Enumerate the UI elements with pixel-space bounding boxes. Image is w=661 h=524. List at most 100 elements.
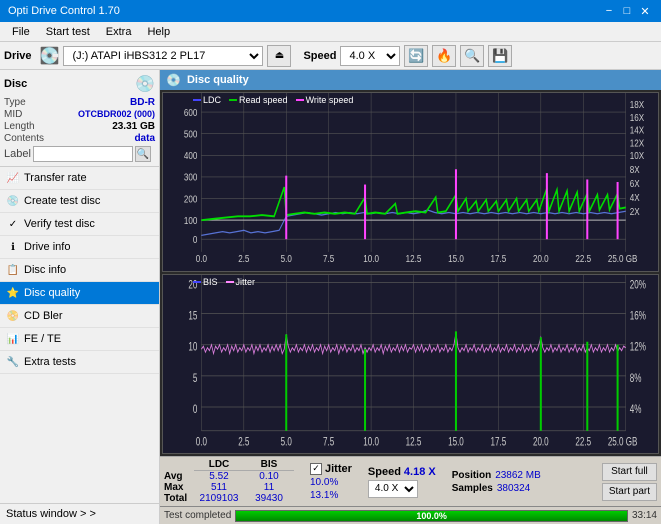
menu-extra[interactable]: Extra bbox=[98, 24, 140, 40]
chart2-svg: 20 15 10 5 0 20% 16% 12% 8% 4% 0.0 2.5 5… bbox=[163, 275, 658, 453]
max-row: Max 511 11 bbox=[164, 482, 294, 493]
drive-label: Drive bbox=[4, 50, 32, 62]
svg-text:600: 600 bbox=[184, 107, 197, 118]
speed-select[interactable]: 4.0 X bbox=[340, 46, 400, 66]
drive-select[interactable]: (J:) ATAPI iHBS312 2 PL17 bbox=[63, 46, 263, 66]
disc-panel-title: Disc bbox=[4, 78, 27, 90]
sidebar-item-verify-test-disc[interactable]: ✓ Verify test disc bbox=[0, 213, 159, 236]
close-button[interactable]: ✕ bbox=[637, 3, 653, 19]
extra-tests-label: Extra tests bbox=[24, 356, 76, 368]
content-area: 💿 Disc quality LDC Read speed bbox=[160, 70, 661, 524]
svg-text:0: 0 bbox=[193, 234, 197, 245]
title-bar: Opti Drive Control 1.70 − □ ✕ bbox=[0, 0, 661, 22]
eject-button[interactable]: ⏏ bbox=[267, 45, 291, 67]
status-window-button[interactable]: Status window > > bbox=[0, 503, 159, 524]
sidebar-item-disc-quality[interactable]: ⭐ Disc quality bbox=[0, 282, 159, 305]
svg-text:16%: 16% bbox=[630, 310, 646, 323]
cd-bler-label: CD Bler bbox=[24, 310, 63, 322]
disc-info-icon: 📋 bbox=[6, 263, 20, 277]
burn-button[interactable]: 🔥 bbox=[432, 45, 456, 67]
status-text: Test completed bbox=[164, 510, 231, 521]
transfer-rate-icon: 📈 bbox=[6, 171, 20, 185]
svg-text:12X: 12X bbox=[630, 138, 644, 149]
samples-label: Samples bbox=[452, 483, 493, 494]
bis-dot bbox=[193, 281, 201, 283]
svg-text:500: 500 bbox=[184, 129, 197, 140]
sidebar-item-transfer-rate[interactable]: 📈 Transfer rate bbox=[0, 167, 159, 190]
ldc-bis-table: LDC BIS Avg 5.52 0.10 Max 511 11 Total bbox=[164, 459, 294, 504]
sidebar-item-disc-info[interactable]: 📋 Disc info bbox=[0, 259, 159, 282]
progress-bar-area: Test completed 100.0% 33:14 bbox=[160, 506, 661, 524]
start-buttons: Start full Start part bbox=[602, 463, 657, 501]
transfer-rate-label: Transfer rate bbox=[24, 172, 87, 184]
jitter-checkbox[interactable]: ✓ bbox=[310, 463, 322, 475]
disc-quality-icon: ⭐ bbox=[6, 286, 20, 300]
sidebar-item-extra-tests[interactable]: 🔧 Extra tests bbox=[0, 351, 159, 374]
svg-text:22.5: 22.5 bbox=[575, 253, 591, 264]
start-full-button[interactable]: Start full bbox=[602, 463, 657, 481]
label-browse-button[interactable]: 🔍 bbox=[135, 146, 151, 162]
total-ldc: 2109103 bbox=[194, 493, 244, 504]
scan-button[interactable]: 🔍 bbox=[460, 45, 484, 67]
start-part-button[interactable]: Start part bbox=[602, 483, 657, 501]
ldc-label: LDC bbox=[203, 95, 221, 105]
extra-tests-icon: 🔧 bbox=[6, 355, 20, 369]
label-input[interactable] bbox=[33, 146, 133, 162]
stats-bar: LDC BIS Avg 5.52 0.10 Max 511 11 Total bbox=[160, 456, 661, 506]
verify-test-disc-label: Verify test disc bbox=[24, 218, 95, 230]
svg-text:14X: 14X bbox=[630, 125, 644, 136]
charts-container: LDC Read speed Write speed bbox=[160, 90, 661, 456]
type-value: BD-R bbox=[130, 97, 155, 108]
minimize-button[interactable]: − bbox=[601, 3, 617, 19]
svg-text:10: 10 bbox=[188, 341, 197, 354]
length-value: 23.31 GB bbox=[112, 121, 155, 132]
sidebar-item-create-test-disc[interactable]: 💿 Create test disc bbox=[0, 190, 159, 213]
time-elapsed: 33:14 bbox=[632, 510, 657, 521]
menu-start-test[interactable]: Start test bbox=[38, 24, 98, 40]
speed-section: Speed 4.18 X 4.0 X bbox=[368, 466, 436, 498]
type-label: Type bbox=[4, 97, 26, 108]
bis-legend: BIS bbox=[193, 277, 218, 287]
status-window-label: Status window > > bbox=[6, 508, 96, 520]
jitter-section: ✓ Jitter 10.0% 13.1% bbox=[310, 463, 352, 501]
svg-text:22.5: 22.5 bbox=[575, 436, 591, 449]
position-value: 23862 MB bbox=[495, 470, 541, 481]
svg-text:8%: 8% bbox=[630, 372, 642, 385]
svg-text:15.0: 15.0 bbox=[448, 436, 464, 449]
create-test-disc-icon: 💿 bbox=[6, 194, 20, 208]
window-controls: − □ ✕ bbox=[601, 3, 653, 19]
svg-text:200: 200 bbox=[184, 193, 197, 204]
sidebar-item-fe-te[interactable]: 📊 FE / TE bbox=[0, 328, 159, 351]
write-speed-legend: Write speed bbox=[296, 95, 354, 105]
svg-text:2X: 2X bbox=[630, 206, 640, 217]
svg-text:8X: 8X bbox=[630, 164, 640, 175]
samples-row: Samples 380324 bbox=[452, 483, 541, 494]
menu-file[interactable]: File bbox=[4, 24, 38, 40]
progress-bar: 100.0% bbox=[235, 510, 628, 522]
svg-text:10.0: 10.0 bbox=[363, 436, 379, 449]
read-speed-label: Read speed bbox=[239, 95, 288, 105]
chart2-legend: BIS Jitter bbox=[193, 277, 255, 287]
jitter-label: Jitter bbox=[325, 463, 352, 475]
svg-text:2.5: 2.5 bbox=[238, 253, 249, 264]
menu-help[interactable]: Help bbox=[139, 24, 178, 40]
max-bis: 11 bbox=[244, 482, 294, 493]
svg-text:25.0 GB: 25.0 GB bbox=[608, 253, 638, 264]
svg-text:0.0: 0.0 bbox=[196, 253, 207, 264]
total-row: Total 2109103 39430 bbox=[164, 493, 294, 504]
jitter-legend: Jitter bbox=[226, 277, 256, 287]
maximize-button[interactable]: □ bbox=[619, 3, 635, 19]
svg-text:16X: 16X bbox=[630, 112, 644, 123]
disc-quality-header-icon: 💿 bbox=[166, 73, 181, 87]
sidebar-item-cd-bler[interactable]: 📀 CD Bler bbox=[0, 305, 159, 328]
svg-text:5.0: 5.0 bbox=[281, 436, 293, 449]
sidebar-item-drive-info[interactable]: ℹ Drive info bbox=[0, 236, 159, 259]
avg-bis: 0.10 bbox=[244, 471, 294, 483]
refresh-button[interactable]: 🔄 bbox=[404, 45, 428, 67]
svg-text:20.0: 20.0 bbox=[533, 436, 549, 449]
disc-image-icon: 💿 bbox=[135, 74, 155, 94]
speed-stat-select[interactable]: 4.0 X bbox=[368, 480, 418, 498]
save-button[interactable]: 💾 bbox=[488, 45, 512, 67]
svg-text:0: 0 bbox=[193, 404, 198, 417]
chart1-container: LDC Read speed Write speed bbox=[162, 92, 659, 272]
